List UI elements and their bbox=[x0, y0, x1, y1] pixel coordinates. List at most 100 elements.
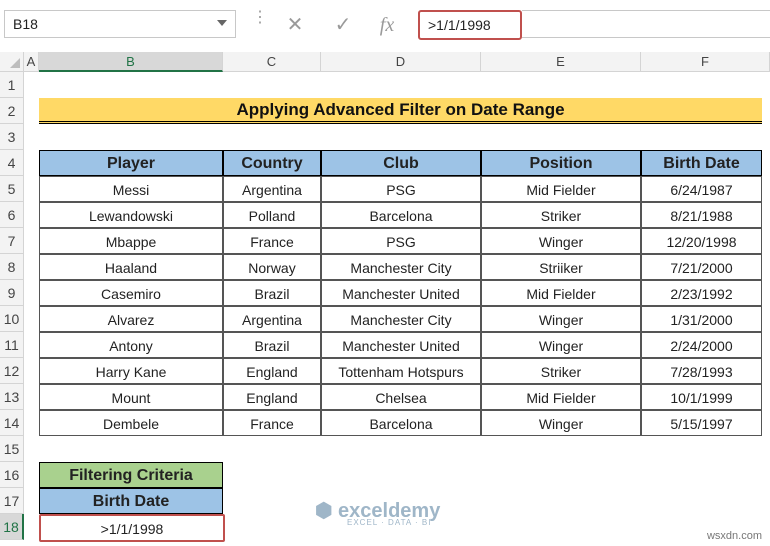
formula-bar: B18 ⋮ ✕ ✓ fx >1/1/1998 bbox=[0, 0, 770, 50]
formula-value: >1/1/1998 bbox=[428, 17, 491, 33]
cell-country[interactable]: France bbox=[223, 228, 321, 254]
row-header-18[interactable]: 18 bbox=[0, 514, 24, 540]
cell-birth-date[interactable]: 1/31/2000 bbox=[641, 306, 762, 332]
cell-position[interactable]: Striiker bbox=[481, 254, 641, 280]
header-birth-date[interactable]: Birth Date bbox=[641, 150, 762, 176]
cell-birth-date[interactable]: 10/1/1999 bbox=[641, 384, 762, 410]
row-header-7[interactable]: 7 bbox=[0, 228, 24, 254]
cell-player[interactable]: Harry Kane bbox=[39, 358, 223, 384]
cell-position[interactable]: Winger bbox=[481, 228, 641, 254]
header-club[interactable]: Club bbox=[321, 150, 481, 176]
row-header-3[interactable]: 3 bbox=[0, 124, 24, 150]
header-position[interactable]: Position bbox=[481, 150, 641, 176]
check-icon[interactable]: ✓ bbox=[326, 12, 360, 38]
row-header-6[interactable]: 6 bbox=[0, 202, 24, 228]
cell-country[interactable]: England bbox=[223, 358, 321, 384]
row-header-17[interactable]: 17 bbox=[0, 488, 24, 514]
cell-position[interactable]: Striker bbox=[481, 202, 641, 228]
watermark-logo-icon: ⬢ bbox=[315, 500, 333, 522]
watermark: ⬢ exceldemy EXCEL · DATA · BI bbox=[315, 498, 440, 527]
cell-player[interactable]: Haaland bbox=[39, 254, 223, 280]
formula-input-extension[interactable] bbox=[522, 10, 770, 38]
sheet-title[interactable]: Applying Advanced Filter on Date Range bbox=[39, 98, 762, 124]
criteria-header[interactable]: Birth Date bbox=[39, 488, 223, 514]
cell-country[interactable]: Argentina bbox=[223, 306, 321, 332]
column-header-b[interactable]: B bbox=[39, 52, 223, 72]
cell-position[interactable]: Winger bbox=[481, 306, 641, 332]
name-box[interactable]: B18 bbox=[4, 10, 236, 38]
cell-country[interactable]: Argentina bbox=[223, 176, 321, 202]
row-header-11[interactable]: 11 bbox=[0, 332, 24, 358]
cell-country[interactable]: Brazil bbox=[223, 280, 321, 306]
column-header-a[interactable]: A bbox=[24, 52, 39, 72]
column-header-e[interactable]: E bbox=[481, 52, 641, 72]
cell-club[interactable]: Tottenham Hotspurs bbox=[321, 358, 481, 384]
column-header-f[interactable]: F bbox=[641, 52, 770, 72]
cell-player[interactable]: Lewandowski bbox=[39, 202, 223, 228]
row-header-8[interactable]: 8 bbox=[0, 254, 24, 280]
row-header-13[interactable]: 13 bbox=[0, 384, 24, 410]
formula-input[interactable]: >1/1/1998 bbox=[418, 10, 522, 40]
cell-player[interactable]: Antony bbox=[39, 332, 223, 358]
cell-position[interactable]: Mid Fielder bbox=[481, 176, 641, 202]
cell-club[interactable]: Manchester City bbox=[321, 254, 481, 280]
cell-position[interactable]: Winger bbox=[481, 410, 641, 436]
select-all-corner[interactable] bbox=[0, 52, 24, 72]
fx-icon[interactable]: fx bbox=[370, 12, 404, 38]
grip-icon: ⋮ bbox=[252, 9, 268, 26]
cell-birth-date[interactable]: 2/23/1992 bbox=[641, 280, 762, 306]
cell-club[interactable]: PSG bbox=[321, 176, 481, 202]
cell-country[interactable]: Norway bbox=[223, 254, 321, 280]
cell-birth-date[interactable]: 6/24/1987 bbox=[641, 176, 762, 202]
row-header-10[interactable]: 10 bbox=[0, 306, 24, 332]
cell-birth-date[interactable]: 2/24/2000 bbox=[641, 332, 762, 358]
cell-birth-date[interactable]: 7/28/1993 bbox=[641, 358, 762, 384]
cell-birth-date[interactable]: 5/15/1997 bbox=[641, 410, 762, 436]
cell-birth-date[interactable]: 12/20/1998 bbox=[641, 228, 762, 254]
cell-player[interactable]: Mount bbox=[39, 384, 223, 410]
column-header-d[interactable]: D bbox=[321, 52, 481, 72]
cell-club[interactable]: Barcelona bbox=[321, 202, 481, 228]
row-header-12[interactable]: 12 bbox=[0, 358, 24, 384]
row-header-5[interactable]: 5 bbox=[0, 176, 24, 202]
criteria-value-cell[interactable]: >1/1/1998 bbox=[39, 514, 225, 542]
cell-country[interactable]: France bbox=[223, 410, 321, 436]
cell-club[interactable]: Manchester United bbox=[321, 332, 481, 358]
cell-position[interactable]: Winger bbox=[481, 332, 641, 358]
cell-player[interactable]: Alvarez bbox=[39, 306, 223, 332]
cell-club[interactable]: Manchester United bbox=[321, 280, 481, 306]
site-credit: wsxdn.com bbox=[706, 530, 762, 542]
column-header-c[interactable]: C bbox=[223, 52, 321, 72]
cell-club[interactable]: Manchester City bbox=[321, 306, 481, 332]
cell-position[interactable]: Striker bbox=[481, 358, 641, 384]
header-player[interactable]: Player bbox=[39, 150, 223, 176]
row-header-14[interactable]: 14 bbox=[0, 410, 24, 436]
name-box-value: B18 bbox=[13, 16, 38, 32]
cell-position[interactable]: Mid Fielder bbox=[481, 280, 641, 306]
header-country[interactable]: Country bbox=[223, 150, 321, 176]
cell-club[interactable]: Chelsea bbox=[321, 384, 481, 410]
criteria-title[interactable]: Filtering Criteria bbox=[39, 462, 223, 488]
cell-player[interactable]: Messi bbox=[39, 176, 223, 202]
cell-country[interactable]: England bbox=[223, 384, 321, 410]
cell-player[interactable]: Casemiro bbox=[39, 280, 223, 306]
cell-player[interactable]: Dembele bbox=[39, 410, 223, 436]
cell-club[interactable]: Barcelona bbox=[321, 410, 481, 436]
cell-birth-date[interactable]: 8/21/1988 bbox=[641, 202, 762, 228]
row-header-9[interactable]: 9 bbox=[0, 280, 24, 306]
cell-birth-date[interactable]: 7/21/2000 bbox=[641, 254, 762, 280]
row-header-16[interactable]: 16 bbox=[0, 462, 24, 488]
row-header-15[interactable]: 15 bbox=[0, 436, 24, 462]
row-header-4[interactable]: 4 bbox=[0, 150, 24, 176]
watermark-tagline: EXCEL · DATA · BI bbox=[347, 518, 432, 527]
cell-country[interactable]: Polland bbox=[223, 202, 321, 228]
cell-position[interactable]: Mid Fielder bbox=[481, 384, 641, 410]
row-header-1[interactable]: 1 bbox=[0, 72, 24, 98]
cell-country[interactable]: Brazil bbox=[223, 332, 321, 358]
cell-club[interactable]: PSG bbox=[321, 228, 481, 254]
row-header-2[interactable]: 2 bbox=[0, 98, 24, 124]
select-all-icon bbox=[10, 58, 20, 68]
chevron-down-icon[interactable] bbox=[217, 20, 227, 26]
cell-player[interactable]: Mbappe bbox=[39, 228, 223, 254]
cancel-icon[interactable]: ✕ bbox=[278, 12, 312, 38]
